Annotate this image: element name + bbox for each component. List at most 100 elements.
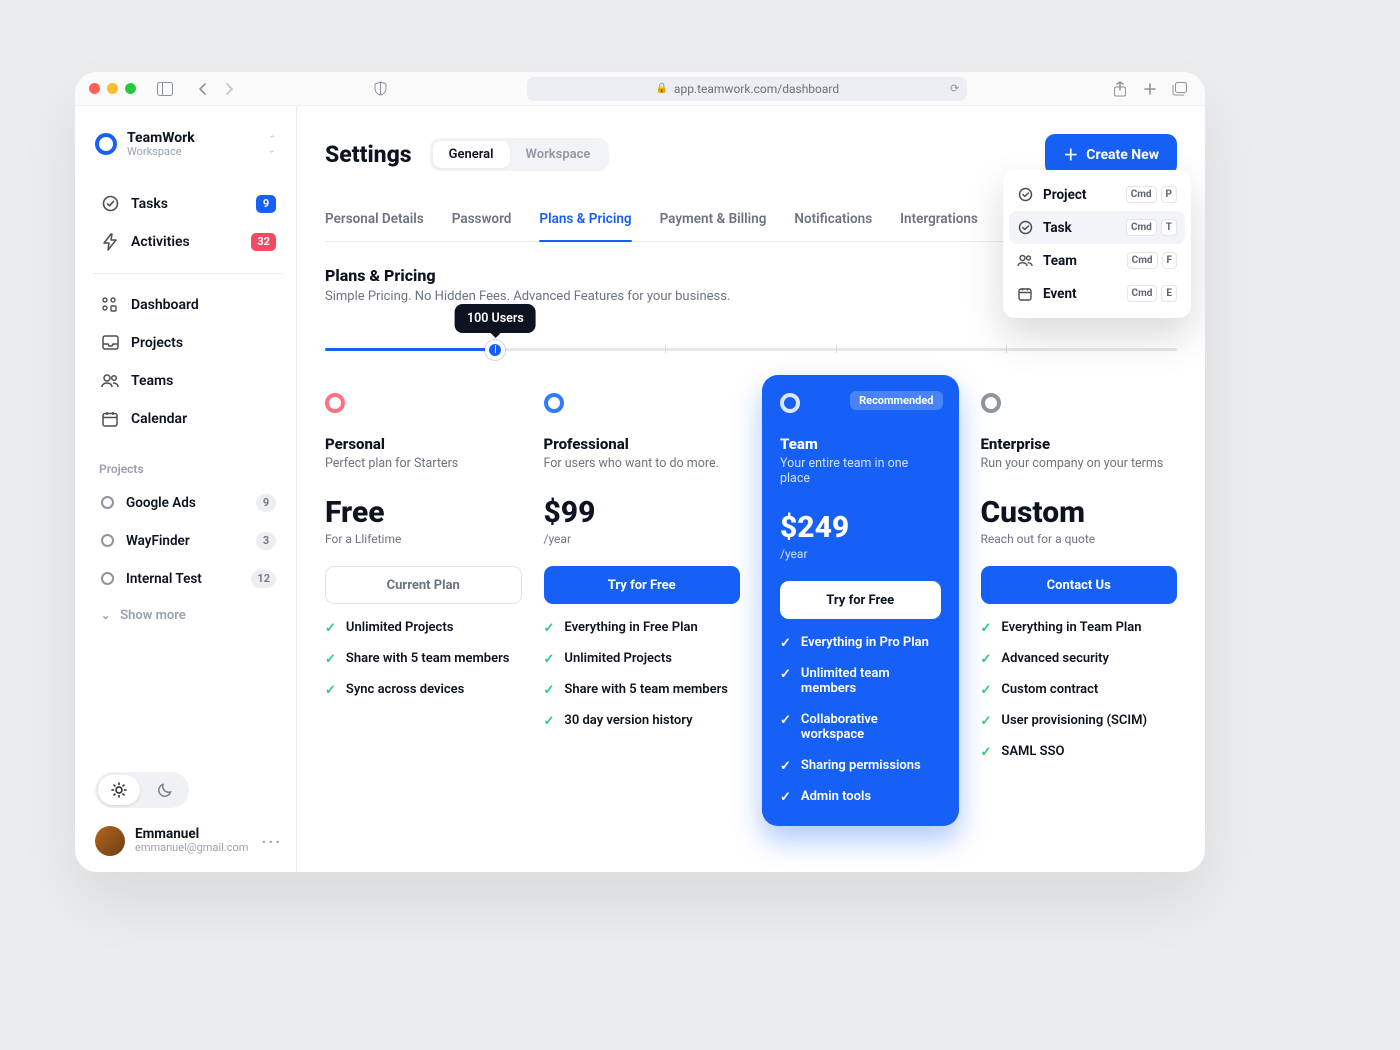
badge: 9 bbox=[256, 494, 276, 512]
more-icon[interactable]: ··· bbox=[262, 832, 282, 851]
plan-description: Perfect plan for Starters bbox=[325, 456, 522, 471]
plan-description: Your entire team in one place bbox=[780, 456, 941, 486]
tabs-overview-icon[interactable] bbox=[1169, 78, 1191, 100]
close-window-icon[interactable] bbox=[89, 83, 100, 94]
segment-general[interactable]: General bbox=[433, 141, 510, 168]
create-new-button[interactable]: ＋ Create New bbox=[1045, 134, 1177, 175]
check-icon: ✓ bbox=[780, 637, 791, 650]
sidebar-item-label: Teams bbox=[131, 373, 276, 389]
sidebar-item-teams[interactable]: Teams bbox=[95, 364, 282, 398]
check-icon: ✓ bbox=[981, 715, 992, 728]
user-count-slider[interactable]: 100 Users bbox=[325, 348, 1177, 351]
plan-period: /year bbox=[544, 532, 741, 546]
divider bbox=[93, 273, 284, 274]
show-more[interactable]: ⌄ Show more bbox=[95, 600, 282, 631]
sidebar-item-label: Projects bbox=[131, 335, 276, 351]
recommended-badge: Recommended bbox=[850, 391, 942, 410]
share-icon[interactable] bbox=[1109, 78, 1131, 100]
dropdown-item-event[interactable]: Event CmdE bbox=[1009, 277, 1185, 310]
minimize-window-icon[interactable] bbox=[107, 83, 118, 94]
sidebar-item-projects[interactable]: Projects bbox=[95, 326, 282, 360]
url-bar[interactable]: 🔒 app.teamwork.com/dashboard ⟳ bbox=[527, 77, 967, 101]
dropdown-item-project[interactable]: Project CmdP bbox=[1009, 178, 1185, 211]
sidebar-toggle-icon[interactable] bbox=[154, 78, 176, 100]
sidebar-item-activities[interactable]: Activities 32 bbox=[95, 225, 282, 259]
plan-accent-icon bbox=[780, 393, 800, 413]
plan-price: Custom bbox=[981, 495, 1178, 530]
check-icon: ✓ bbox=[325, 653, 336, 666]
back-icon[interactable] bbox=[192, 78, 214, 100]
plans-grid: PersonalPerfect plan for StartersFreeFor… bbox=[325, 393, 1177, 826]
plan-feature: ✓Everything in Free Plan bbox=[544, 620, 741, 635]
slider-tooltip: 100 Users bbox=[455, 304, 536, 333]
plan-period: /year bbox=[780, 547, 941, 561]
titlebar: 🔒 app.teamwork.com/dashboard ⟳ bbox=[75, 72, 1205, 106]
plan-feature: ✓User provisioning (SCIM) bbox=[981, 713, 1178, 728]
user-name: Emmanuel bbox=[135, 827, 248, 843]
check-icon: ✓ bbox=[780, 791, 791, 804]
project-item[interactable]: Google Ads 9 bbox=[95, 486, 282, 520]
tab-payment-billing[interactable]: Payment & Billing bbox=[660, 211, 767, 241]
check-circle-icon bbox=[1017, 220, 1033, 236]
slider-thumb[interactable] bbox=[489, 344, 501, 356]
check-icon: ✓ bbox=[780, 668, 791, 681]
workspace-switcher[interactable]: TeamWork Workspace ⌃⌃ bbox=[95, 130, 282, 159]
sidebar-item-tasks[interactable]: Tasks 9 bbox=[95, 187, 282, 221]
plan-card: PersonalPerfect plan for StartersFreeFor… bbox=[325, 393, 522, 826]
plan-price: Free bbox=[325, 495, 522, 530]
sidebar-item-dashboard[interactable]: Dashboard bbox=[95, 288, 282, 322]
users-icon bbox=[1017, 253, 1033, 269]
radio-icon bbox=[101, 534, 114, 547]
sidebar-item-calendar[interactable]: Calendar bbox=[95, 402, 282, 436]
check-icon: ✓ bbox=[544, 684, 555, 697]
check-icon: ✓ bbox=[544, 653, 555, 666]
plan-feature: ✓Unlimited team members bbox=[780, 666, 941, 696]
reload-icon[interactable]: ⟳ bbox=[950, 82, 959, 95]
expand-collapse-icon[interactable]: ⌃⌃ bbox=[268, 137, 276, 151]
tab-notifications[interactable]: Notifications bbox=[794, 211, 872, 241]
check-circle-icon bbox=[101, 195, 119, 213]
check-icon: ✓ bbox=[780, 714, 791, 727]
project-item[interactable]: WayFinder 3 bbox=[95, 524, 282, 558]
inbox-icon bbox=[101, 334, 119, 352]
plan-card: ProfessionalFor users who want to do mor… bbox=[544, 393, 741, 826]
plan-name: Professional bbox=[544, 435, 741, 453]
light-mode-icon[interactable] bbox=[98, 775, 140, 805]
segment-workspace[interactable]: Workspace bbox=[510, 141, 607, 168]
tab-password[interactable]: Password bbox=[452, 211, 512, 241]
radio-icon bbox=[101, 496, 114, 509]
maximize-window-icon[interactable] bbox=[125, 83, 136, 94]
check-icon: ✓ bbox=[544, 715, 555, 728]
plan-cta-button[interactable]: Try for Free bbox=[780, 581, 941, 619]
traffic-lights[interactable] bbox=[89, 83, 136, 94]
plan-cta-button[interactable]: Current Plan bbox=[325, 566, 522, 604]
dropdown-label: Event bbox=[1043, 286, 1117, 302]
plan-feature: ✓Share with 5 team members bbox=[325, 651, 522, 666]
plan-description: Run your company on your terms bbox=[981, 456, 1178, 471]
plan-feature: ✓SAML SSO bbox=[981, 744, 1178, 759]
tab-personal-details[interactable]: Personal Details bbox=[325, 211, 424, 241]
user-card[interactable]: Emmanuel emmanuel@gmail.com ··· bbox=[95, 826, 282, 856]
plan-accent-icon bbox=[325, 393, 345, 413]
chevron-down-icon: ⌄ bbox=[101, 609, 110, 622]
new-tab-icon[interactable] bbox=[1139, 78, 1161, 100]
tab-plans-pricing[interactable]: Plans & Pricing bbox=[539, 211, 631, 241]
dropdown-item-team[interactable]: Team CmdF bbox=[1009, 244, 1185, 277]
sidebar: TeamWork Workspace ⌃⌃ Tasks 9 bbox=[75, 106, 297, 872]
check-icon: ✓ bbox=[780, 760, 791, 773]
project-item[interactable]: Internal Test 12 bbox=[95, 562, 282, 596]
shortcut: CmdE bbox=[1127, 285, 1177, 302]
theme-toggle[interactable] bbox=[95, 772, 189, 808]
tab-integrations[interactable]: Intergrations bbox=[900, 211, 978, 241]
plan-cta-button[interactable]: Try for Free bbox=[544, 566, 741, 604]
plan-feature: ✓Everything in Team Plan bbox=[981, 620, 1178, 635]
forward-icon[interactable] bbox=[218, 78, 240, 100]
plan-cta-button[interactable]: Contact Us bbox=[981, 566, 1178, 604]
plan-feature: ✓Unlimited Projects bbox=[544, 651, 741, 666]
dropdown-item-task[interactable]: Task CmdT bbox=[1009, 211, 1185, 244]
scope-toggle[interactable]: General Workspace bbox=[430, 138, 610, 171]
project-label: Internal Test bbox=[126, 571, 239, 587]
shield-icon[interactable] bbox=[370, 78, 392, 100]
plus-icon: ＋ bbox=[1063, 144, 1078, 165]
dark-mode-icon[interactable] bbox=[144, 775, 186, 805]
